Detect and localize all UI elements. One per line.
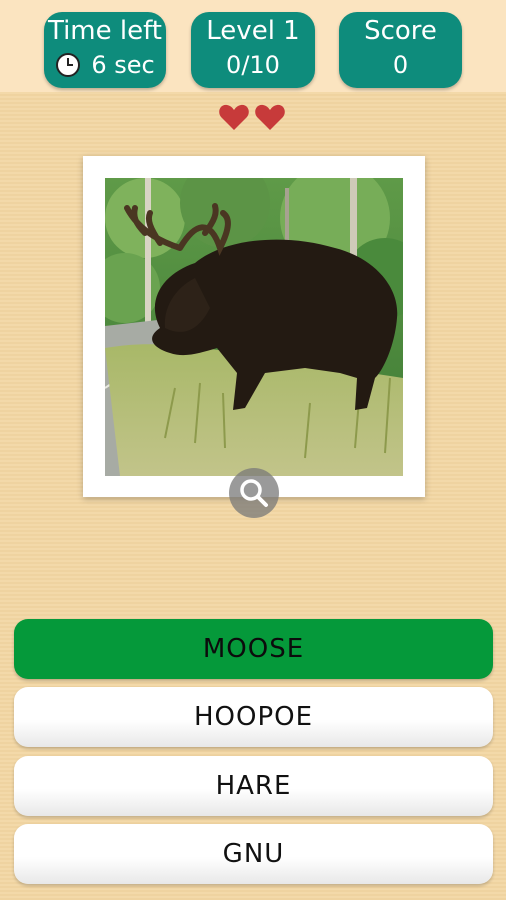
question-card <box>83 156 425 497</box>
answer-label: HARE <box>215 771 292 801</box>
score-label: Score <box>364 16 437 46</box>
heart-icon <box>219 104 249 130</box>
answer-button-3[interactable]: HARE <box>14 756 493 816</box>
answer-button-1[interactable]: MOOSE <box>14 619 493 679</box>
magnifier-icon <box>240 479 268 507</box>
hud-bar: Time left 6 sec Level 1 0/10 Score 0 <box>0 0 506 92</box>
zoom-button[interactable] <box>229 468 279 518</box>
clock-icon <box>56 53 81 77</box>
level-panel: Level 1 0/10 <box>191 12 315 88</box>
heart-icon <box>255 104 285 130</box>
score-panel: Score 0 <box>339 12 462 88</box>
time-left-label: Time left <box>47 16 162 46</box>
answer-label: GNU <box>222 839 285 869</box>
lives <box>218 102 286 132</box>
time-left-value: 6 sec <box>91 51 155 79</box>
time-left-panel: Time left 6 sec <box>44 12 166 88</box>
answer-button-4[interactable]: GNU <box>14 824 493 884</box>
level-label: Level 1 <box>206 16 300 46</box>
answer-label: HOOPOE <box>193 702 314 732</box>
level-progress: 0/10 <box>226 51 280 79</box>
score-value: 0 <box>392 51 409 79</box>
moose-photo <box>105 178 403 476</box>
answer-label: MOOSE <box>202 634 305 664</box>
answer-button-2[interactable]: HOOPOE <box>14 687 493 747</box>
